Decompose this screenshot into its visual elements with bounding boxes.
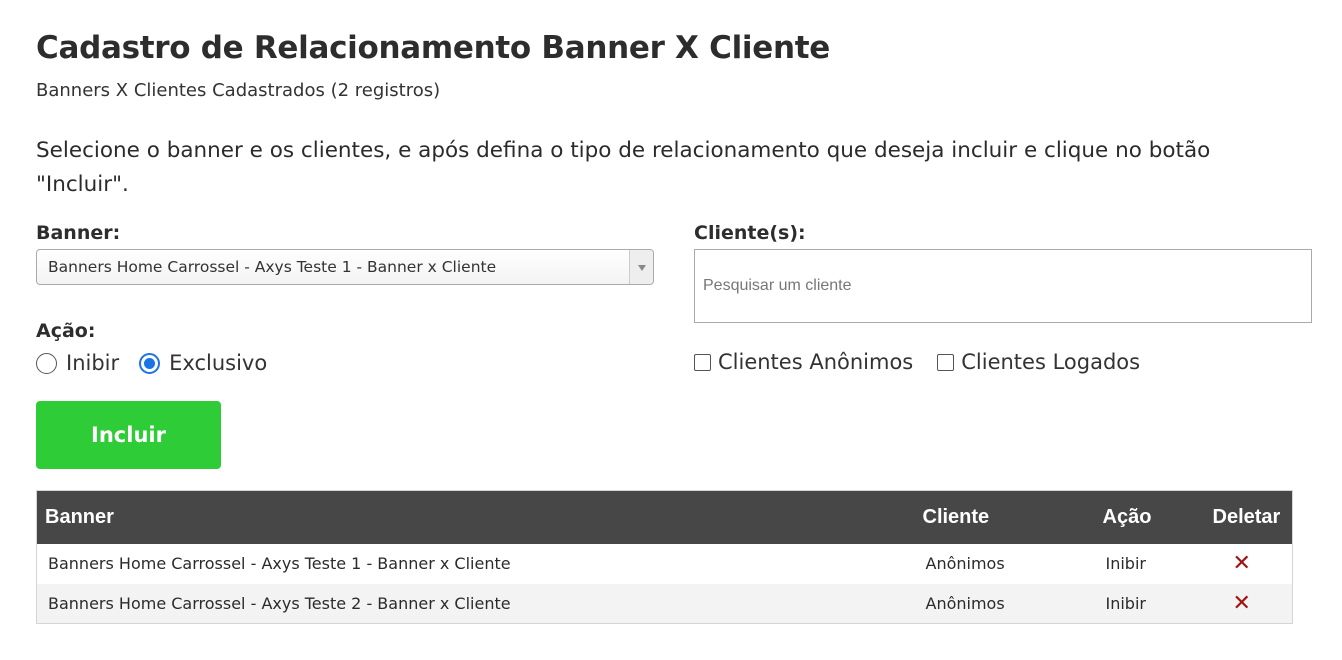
instructions-text: Selecione o banner e os clientes, e após…: [36, 138, 1211, 197]
row-cliente-cell: Anônimos: [925, 554, 1005, 573]
column-header-acao: Ação: [1094, 490, 1205, 544]
banner-select-value: Banners Home Carrossel - Axys Teste 1 - …: [48, 258, 497, 276]
radio-exclusivo-label: Exclusivo: [169, 351, 268, 375]
checkbox-clientes-logados[interactable]: Clientes Logados: [937, 350, 1140, 374]
relationships-table: Banner Cliente Ação Deletar Banners Home…: [36, 490, 1293, 624]
close-icon[interactable]: ✕: [1233, 591, 1251, 616]
acao-label: Ação:: [36, 320, 96, 342]
incluir-button[interactable]: Incluir: [36, 401, 221, 469]
acao-radio-group: Inibir Exclusivo: [36, 351, 287, 375]
row-delete-cell: ✕: [1204, 583, 1293, 624]
close-icon[interactable]: ✕: [1233, 551, 1251, 576]
row-acao-cell: Inibir: [1105, 554, 1146, 573]
page-title: Cadastro de Relacionamento Banner X Clie…: [36, 30, 830, 66]
clientes-label: Cliente(s):: [694, 222, 806, 244]
banner-label: Banner:: [36, 222, 121, 244]
records-subtitle: Banners X Clientes Cadastrados (2 regist…: [36, 80, 441, 101]
checkbox-clientes-anonimos-box[interactable]: [694, 353, 711, 371]
checkbox-clientes-anonimos[interactable]: Clientes Anônimos: [694, 350, 913, 374]
row-acao-cell: Inibir: [1094, 583, 1205, 624]
checkbox-clientes-anonimos-label: Clientes Anônimos: [718, 350, 914, 374]
table-header-row: Banner Cliente Ação Deletar: [36, 490, 1293, 544]
client-search-input[interactable]: [694, 249, 1312, 323]
banner-select[interactable]: Banners Home Carrossel - Axys Teste 1 - …: [36, 249, 654, 285]
radio-inibir[interactable]: Inibir: [36, 351, 119, 375]
radio-inibir-label: Inibir: [66, 351, 120, 375]
row-banner-cell: Banners Home Carrossel - Axys Teste 2 - …: [36, 583, 915, 624]
column-header-deletar: Deletar: [1204, 490, 1293, 544]
table-row: Banners Home Carrossel - Axys Teste 2 - …: [36, 583, 1293, 624]
radio-exclusivo-circle[interactable]: [139, 352, 161, 374]
row-banner-cell: Banners Home Carrossel - Axys Teste 1 - …: [48, 554, 511, 573]
row-cliente-cell: Anônimos: [914, 583, 1095, 624]
cliente-filter-group: Clientes Anônimos Clientes Logados: [694, 350, 1164, 374]
column-header-cliente: Cliente: [914, 490, 1095, 544]
column-header-banner: Banner: [36, 490, 915, 544]
table-row: Banners Home Carrossel - Axys Teste 1 - …: [37, 544, 1293, 584]
chevron-down-icon[interactable]: [629, 250, 653, 284]
radio-exclusivo[interactable]: Exclusivo: [139, 351, 267, 375]
row-delete-cell: ✕: [1205, 544, 1293, 584]
checkbox-clientes-logados-label: Clientes Logados: [961, 350, 1141, 374]
radio-inibir-circle[interactable]: [36, 352, 57, 374]
checkbox-clientes-logados-box[interactable]: [937, 353, 955, 371]
